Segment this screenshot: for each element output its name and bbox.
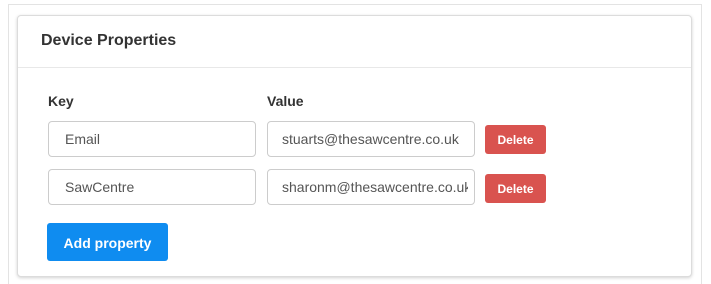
panel-header: Device Properties (18, 16, 691, 68)
property-key-input[interactable] (48, 121, 256, 157)
device-properties-panel: Device Properties Key Value Delete Delet… (17, 15, 692, 277)
delete-property-button[interactable]: Delete (485, 174, 546, 203)
delete-property-button[interactable]: Delete (485, 125, 546, 154)
property-key-input[interactable] (48, 169, 256, 205)
key-column-label: Key (48, 93, 74, 109)
property-value-input[interactable] (267, 121, 475, 157)
property-value-input[interactable] (267, 169, 475, 205)
panel-title: Device Properties (41, 32, 177, 49)
add-property-button[interactable]: Add property (47, 223, 168, 261)
value-column-label: Value (267, 93, 304, 109)
